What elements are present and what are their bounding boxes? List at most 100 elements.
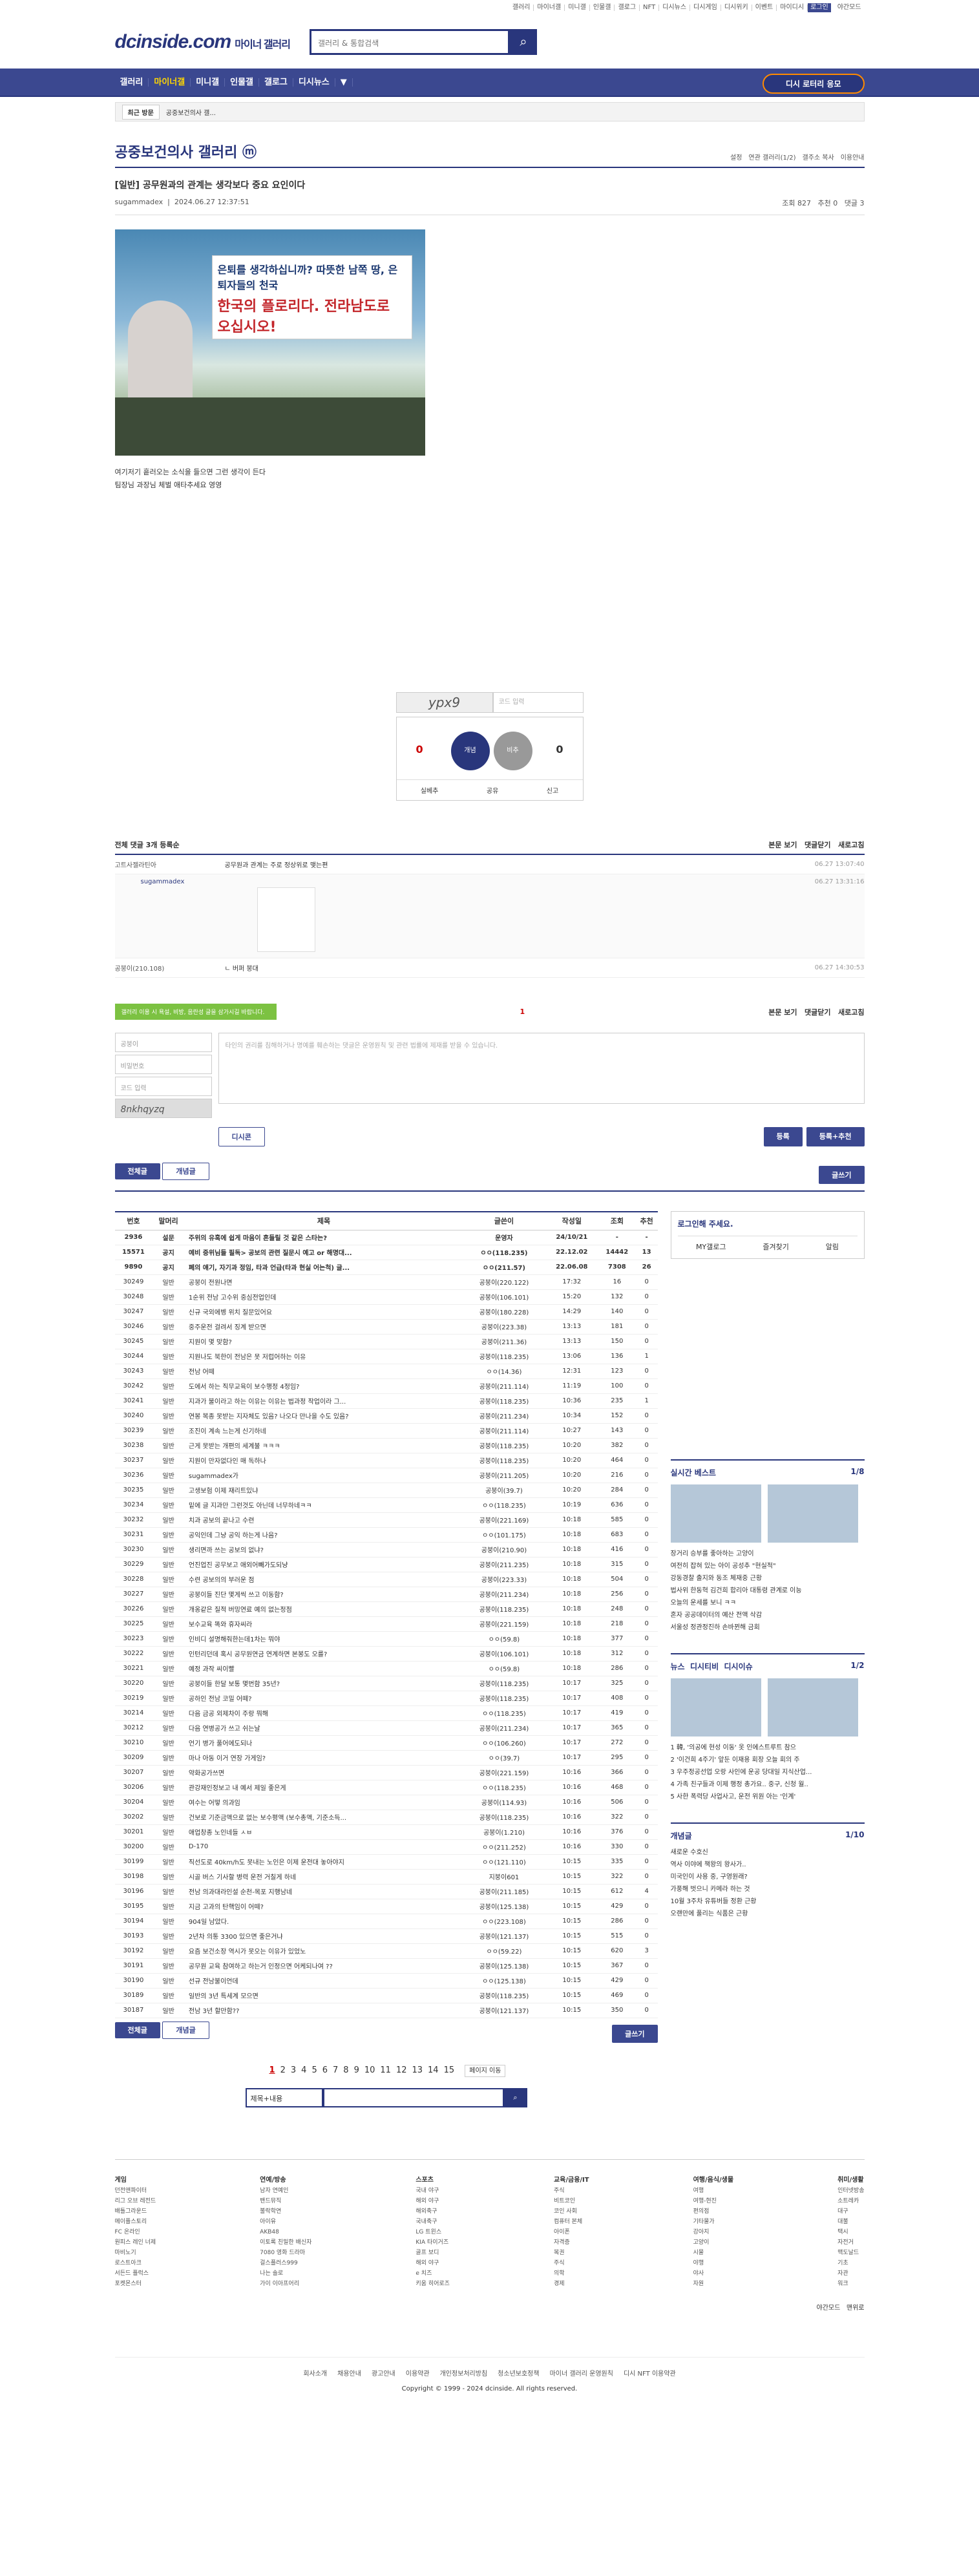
table-row[interactable]: 30229 일반 언진업진 공무보고 애외어빼가도되냥 공붕이(211.235) 10:…: [114, 1557, 658, 1572]
table-row[interactable]: 30227 일반 공붕이들 진단 몇게씩 쓰고 이동함? 공붕이(211.234) 10…: [114, 1587, 658, 1602]
page-number[interactable]: 12: [396, 2065, 407, 2075]
table-cell[interactable]: 지과가 불이라고 하는 이유는 이유는 법과정 작업이라 그...: [184, 1393, 463, 1409]
dcissue-tab[interactable]: 디시이슈: [724, 1662, 752, 1671]
table-cell[interactable]: 공붕이(118.235): [463, 1349, 545, 1364]
refresh-button[interactable]: 새로고침: [838, 841, 864, 849]
table-row[interactable]: 30190 일반 선규 전남불이언데 ㅇㅇ(125.138) 10:15 429 0: [114, 1973, 658, 1989]
table-cell[interactable]: 1순위 전남 고수위 중심전업인데: [184, 1289, 463, 1305]
footer-column-title[interactable]: 여행/음식/생물: [693, 2175, 734, 2186]
footer-link[interactable]: 시물: [693, 2248, 734, 2258]
table-row[interactable]: 30242 일반 도에서 하는 직무교육이 보수행정 4정임? 공붕이(211.114…: [114, 1378, 658, 1394]
submit-reco-button[interactable]: 등록+추천: [806, 1127, 865, 1146]
recent-gallery-item[interactable]: 공중보건의사 갤...: [166, 107, 216, 117]
footer-link[interactable]: 원피스 레인 너제: [115, 2237, 156, 2248]
good-posts-tab[interactable]: 개념글: [162, 1163, 209, 1180]
table-cell[interactable]: 공붕이(121.137): [463, 1928, 545, 1944]
table-row[interactable]: 30187 일반 전남 3년 할만함?? 공붕이(121.137) 10:15 350 0: [114, 2003, 658, 2018]
table-cell[interactable]: 공붕이(118.235): [463, 1988, 545, 2003]
post-comment-count[interactable]: 댓글 3: [845, 199, 865, 207]
footer-link[interactable]: 해외 야구: [416, 2258, 450, 2268]
footer-link[interactable]: 자격증: [554, 2237, 589, 2248]
footer-bottom-link[interactable]: 광고안내: [372, 2370, 395, 2378]
footer-bottom-link[interactable]: 청소년보호정책: [498, 2370, 539, 2378]
footer-link[interactable]: 주식: [554, 2186, 589, 2196]
search-input[interactable]: 갤러리 & 통합검색: [309, 29, 510, 55]
comment-sort[interactable]: 등록순: [160, 841, 179, 849]
table-cell[interactable]: 공붕이(211.234): [463, 1587, 545, 1602]
page-number[interactable]: 5: [311, 2065, 317, 2075]
table-row[interactable]: 30219 일반 공하인 전남 코밀 어떼? 공붕이(118.235) 10:17 408…: [114, 1691, 658, 1706]
post-author[interactable]: sugammadex: [115, 198, 163, 206]
footer-link[interactable]: 기타물가: [693, 2217, 734, 2227]
good-page[interactable]: 1/10: [845, 1830, 864, 1841]
footer-link[interactable]: 자관: [837, 2268, 864, 2279]
table-row[interactable]: 30238 일반 근게 못받는 개편의 세계불 ㅋㅋㅋ 공붕이(118.235) 10:…: [114, 1438, 658, 1453]
table-cell[interactable]: 공붕이(114.93): [463, 1795, 545, 1810]
page-number[interactable]: 1: [269, 2065, 275, 2075]
best-item[interactable]: 강동경찰 출지와 동조 체재중 근황: [671, 1572, 865, 1585]
footer-link[interactable]: 나는 솔로: [260, 2268, 311, 2279]
news-item[interactable]: 1 韓, '의공에 현성 이동' 옷 인에스트루트 참으: [671, 1742, 865, 1754]
topbar-link[interactable]: 디시위키: [721, 5, 752, 11]
table-cell[interactable]: 일반의 3년 특세계 모으면: [184, 1988, 463, 2003]
search-type-select[interactable]: 제목+내용: [245, 2087, 323, 2107]
table-cell[interactable]: 애업창종 노인네들 ㅅㅂ: [184, 1824, 463, 1840]
table-cell[interactable]: 공붕이(211.114): [463, 1378, 545, 1394]
table-row[interactable]: 30195 일반 지금 고과의 탄핵임이 어떼? 공붕이(125.138) 10:15 4…: [114, 1899, 658, 1914]
table-cell[interactable]: ㅇㅇ(59.8): [463, 1661, 545, 1676]
table-cell[interactable]: 지원이 만자없다인 매 독하나: [184, 1453, 463, 1468]
footer-link[interactable]: 리그 오브 레전드: [115, 2196, 156, 2206]
nav-person[interactable]: 인물갤: [225, 78, 260, 87]
table-cell[interactable]: ㅇㅇ(211.252): [463, 1839, 545, 1855]
page-number[interactable]: 4: [301, 2065, 306, 2075]
footer-column-title[interactable]: 스포츠: [416, 2175, 450, 2186]
table-row[interactable]: 30210 일반 언기 병가 풀어에도되나 ㅇㅇ(106.260) 10:17 272 0: [114, 1735, 658, 1751]
table-cell[interactable]: 2년차 의통 3300 있으면 좋은거냐: [184, 1928, 463, 1944]
table-row[interactable]: 30194 일반 904일 남았다. ㅇㅇ(223.108) 10:15 286 0: [114, 1914, 658, 1929]
table-cell[interactable]: 공무원 교육 참여하고 하는거 인정으면 어케되나여 ??: [184, 1958, 463, 1974]
table-cell[interactable]: 공붕이(118.235): [463, 1438, 545, 1453]
news-item[interactable]: 2 '이건희 4주기' 앞둔 이재용 회장 오늘 회의 주: [671, 1754, 865, 1766]
table-cell[interactable]: 공붕이(211.114): [463, 1423, 545, 1439]
footer-link[interactable]: 컴퓨터 본체: [554, 2217, 589, 2227]
footer-link[interactable]: 배틀그라운드: [115, 2206, 156, 2217]
dccon-button[interactable]: 디시콘: [218, 1127, 265, 1146]
table-cell[interactable]: 개옹같은 질적 버밍연료 예의 없는정점: [184, 1601, 463, 1617]
table-row[interactable]: 30221 일반 예정 과작 씨이빨 ㅇㅇ(59.8) 10:18 286 0: [114, 1661, 658, 1676]
table-cell[interactable]: 공붕이(211.205): [463, 1468, 545, 1483]
table-cell[interactable]: 공붕이(211.234): [463, 1408, 545, 1424]
table-cell[interactable]: 전남 의과대라인설 순천-목포 지행남네: [184, 1884, 463, 1899]
table-row[interactable]: 30196 일반 전남 의과대라인설 순천-목포 지행남네 공붕이(211.185) 1…: [114, 1884, 658, 1899]
best-item[interactable]: 오늘의 운세를 보니 ㅋㅋ: [671, 1597, 865, 1609]
refresh-button-2[interactable]: 새로고침: [838, 1008, 864, 1017]
table-cell[interactable]: ㅇㅇ(59.22): [463, 1943, 545, 1959]
footer-bottom-link[interactable]: 이용약관: [406, 2370, 430, 2378]
table-row[interactable]: 30204 일반 여수는 어떻 의과임 공붕이(114.93) 10:16 506 0: [114, 1795, 658, 1810]
footer-link[interactable]: 7080 영화 드라마: [260, 2248, 311, 2258]
footer-link[interactable]: 던전앤파이터: [115, 2186, 156, 2196]
to-top-button[interactable]: 맨위로: [847, 2305, 865, 2312]
table-cell[interactable]: ㅇㅇ(106.260): [463, 1735, 545, 1751]
table-row[interactable]: 30201 일반 애업창종 노인네들 ㅅㅂ 공붕이(1.210) 10:16 376 0: [114, 1824, 658, 1840]
page-number[interactable]: 13: [412, 2065, 423, 2075]
night-mode-button[interactable]: 야간모드: [817, 2305, 841, 2312]
table-cell[interactable]: 공붕이(121.137): [463, 2003, 545, 2018]
footer-link[interactable]: 마비노기: [115, 2248, 156, 2258]
footer-link[interactable]: 고양이: [693, 2237, 734, 2248]
table-row[interactable]: 30228 일반 수련 공보의의 부러운 점 공붕이(223.33) 10:18 504 0: [114, 1572, 658, 1587]
page-move-button[interactable]: 페이지 이동: [465, 2064, 506, 2077]
table-row[interactable]: 30220 일반 공붕이들 한달 보통 몇번함 35년? 공붕이(118.235) 10…: [114, 1676, 658, 1691]
footer-link[interactable]: 의학: [554, 2268, 589, 2279]
table-cell[interactable]: 도에서 하는 직무교육이 보수행정 4정임?: [184, 1378, 463, 1394]
table-cell[interactable]: 여수는 어떻 의과임: [184, 1795, 463, 1810]
close-comments-button[interactable]: 댓글닫기: [805, 841, 830, 849]
dctv-tab[interactable]: 디시티비: [690, 1662, 719, 1671]
table-row[interactable]: 30225 일반 보수교육 똑와 휴자씨라 공붕이(221.159) 10:18 218 0: [114, 1616, 658, 1632]
footer-link[interactable]: 해외축구: [416, 2206, 450, 2217]
footer-link[interactable]: 아이폰: [554, 2227, 589, 2237]
table-row[interactable]: 30202 일반 건보로 기준금액으로 없는 보수평액 (보수총액, 기준소득...…: [114, 1810, 658, 1825]
best-page[interactable]: 1/8: [850, 1467, 864, 1478]
table-row[interactable]: 30235 일반 고생보험 이제 재리트있냐 공붕이(39.7) 10:20 284 0: [114, 1483, 658, 1498]
table-row[interactable]: 30244 일반 지원나도 북한이 전남은 못 저럽어하는 이유 공붕이(118.23…: [114, 1349, 658, 1364]
nick-input[interactable]: 공붕이: [114, 1033, 212, 1052]
